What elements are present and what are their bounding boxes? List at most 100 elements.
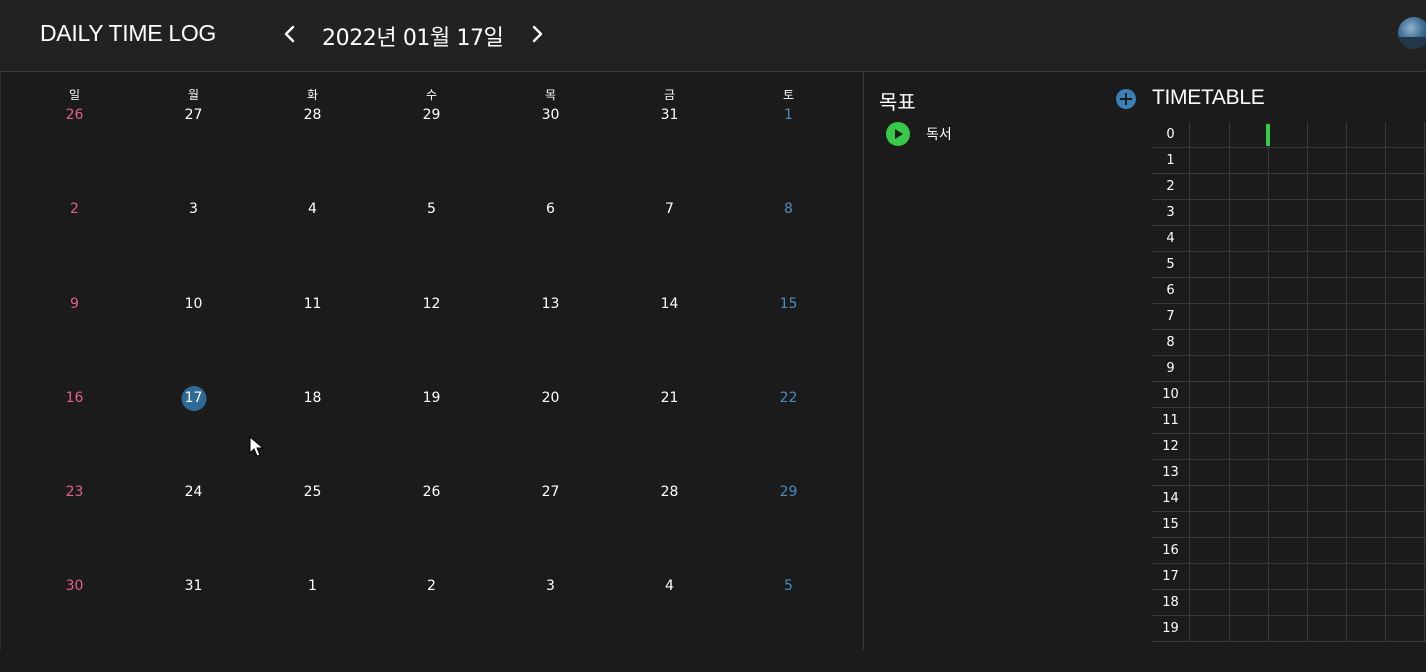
timetable-slot[interactable] xyxy=(1230,460,1269,486)
timetable-slot[interactable] xyxy=(1191,382,1230,408)
timetable-slot[interactable] xyxy=(1386,538,1425,564)
calendar-day-cell[interactable]: 30 xyxy=(15,577,134,671)
play-icon[interactable] xyxy=(886,122,910,146)
timetable-slot[interactable] xyxy=(1230,512,1269,538)
timetable-slot[interactable] xyxy=(1386,616,1425,642)
calendar-day-cell[interactable]: 31 xyxy=(610,106,729,200)
timetable-slot[interactable] xyxy=(1269,148,1308,174)
calendar-day-cell[interactable]: 28 xyxy=(610,483,729,577)
timetable-slot[interactable] xyxy=(1308,382,1347,408)
timetable-slot[interactable] xyxy=(1347,278,1386,304)
timetable-slot[interactable] xyxy=(1230,148,1269,174)
timetable-slot[interactable] xyxy=(1269,278,1308,304)
timetable-slot[interactable] xyxy=(1191,434,1230,460)
timetable-slot[interactable] xyxy=(1230,538,1269,564)
timetable-slot[interactable] xyxy=(1269,226,1308,252)
timetable-slot[interactable] xyxy=(1347,460,1386,486)
timetable-slot[interactable] xyxy=(1230,486,1269,512)
previous-day-button[interactable] xyxy=(279,22,301,46)
timetable-slot[interactable] xyxy=(1269,564,1308,590)
timetable-slot[interactable] xyxy=(1347,174,1386,200)
timetable-slot[interactable] xyxy=(1230,278,1269,304)
calendar-day-cell[interactable]: 17 xyxy=(134,385,253,483)
timetable-slot[interactable] xyxy=(1230,330,1269,356)
calendar-day-cell[interactable]: 27 xyxy=(134,106,253,200)
timetable-slot[interactable] xyxy=(1230,408,1269,434)
user-avatar[interactable] xyxy=(1398,17,1426,49)
timetable-slot[interactable] xyxy=(1191,148,1230,174)
calendar-day-cell[interactable]: 3 xyxy=(491,577,610,671)
calendar-day-cell[interactable]: 4 xyxy=(610,577,729,671)
calendar-day-cell[interactable]: 8 xyxy=(729,200,848,294)
timetable-slot[interactable] xyxy=(1191,486,1230,512)
calendar-day-cell[interactable]: 20 xyxy=(491,389,610,483)
timetable-slot[interactable] xyxy=(1308,408,1347,434)
timetable-slot[interactable] xyxy=(1191,304,1230,330)
calendar-day-cell[interactable]: 5 xyxy=(729,577,848,671)
timetable-slot[interactable] xyxy=(1308,512,1347,538)
timetable-slot[interactable] xyxy=(1308,356,1347,382)
timetable-slot[interactable] xyxy=(1269,486,1308,512)
timetable-slot[interactable] xyxy=(1191,330,1230,356)
calendar-day-cell[interactable]: 21 xyxy=(610,389,729,483)
timetable-slot[interactable] xyxy=(1386,252,1425,278)
add-goal-button[interactable] xyxy=(1116,89,1136,109)
timetable-slot[interactable] xyxy=(1230,226,1269,252)
timetable-slot[interactable] xyxy=(1230,304,1269,330)
timetable-slot[interactable] xyxy=(1347,408,1386,434)
calendar-day-cell[interactable]: 31 xyxy=(134,577,253,671)
timetable-slot[interactable] xyxy=(1308,278,1347,304)
calendar-day-cell[interactable]: 5 xyxy=(372,200,491,294)
calendar-day-cell[interactable]: 3 xyxy=(134,200,253,294)
timetable-slot[interactable] xyxy=(1347,148,1386,174)
timetable-slot[interactable] xyxy=(1308,616,1347,642)
timetable-slot[interactable] xyxy=(1269,460,1308,486)
timetable-slot[interactable] xyxy=(1308,252,1347,278)
timetable-slot[interactable] xyxy=(1386,512,1425,538)
timetable-slot[interactable] xyxy=(1269,616,1308,642)
calendar-day-cell[interactable]: 28 xyxy=(253,106,372,200)
timetable-slot[interactable] xyxy=(1230,434,1269,460)
timetable-slot[interactable] xyxy=(1269,382,1308,408)
calendar-day-cell[interactable]: 26 xyxy=(372,483,491,577)
timetable-slot[interactable] xyxy=(1386,590,1425,616)
timetable-slot[interactable] xyxy=(1386,564,1425,590)
timetable-slot[interactable] xyxy=(1386,148,1425,174)
timetable-slot[interactable] xyxy=(1230,356,1269,382)
calendar-day-cell[interactable]: 6 xyxy=(491,200,610,294)
timetable-slot[interactable] xyxy=(1230,174,1269,200)
calendar-day-cell[interactable]: 26 xyxy=(15,106,134,200)
timetable-slot[interactable] xyxy=(1347,304,1386,330)
timetable-slot[interactable] xyxy=(1386,486,1425,512)
timetable-slot[interactable] xyxy=(1308,174,1347,200)
calendar-day-cell[interactable]: 2 xyxy=(372,577,491,671)
calendar-day-cell[interactable]: 27 xyxy=(491,483,610,577)
timetable-slot[interactable] xyxy=(1230,564,1269,590)
timetable-slot[interactable] xyxy=(1191,122,1230,148)
timetable-slot[interactable] xyxy=(1347,564,1386,590)
timetable-slot[interactable] xyxy=(1386,278,1425,304)
timetable-slot[interactable] xyxy=(1308,330,1347,356)
calendar-day-cell[interactable]: 1 xyxy=(253,577,372,671)
timetable-slot[interactable] xyxy=(1386,226,1425,252)
timetable-slot[interactable] xyxy=(1230,252,1269,278)
timetable-slot[interactable] xyxy=(1308,486,1347,512)
timetable-slot[interactable] xyxy=(1308,590,1347,616)
next-day-button[interactable] xyxy=(526,22,548,46)
calendar-day-cell[interactable]: 15 xyxy=(729,295,848,389)
timetable-slot[interactable] xyxy=(1386,434,1425,460)
timetable-slot[interactable] xyxy=(1191,408,1230,434)
calendar-day-cell[interactable]: 2 xyxy=(15,200,134,294)
timetable-slot[interactable] xyxy=(1308,226,1347,252)
timetable-slot[interactable] xyxy=(1308,564,1347,590)
calendar-day-cell[interactable]: 13 xyxy=(491,295,610,389)
timetable-slot[interactable] xyxy=(1386,382,1425,408)
calendar-day-cell[interactable]: 24 xyxy=(134,483,253,577)
calendar-day-cell[interactable]: 29 xyxy=(729,483,848,577)
calendar-day-cell[interactable]: 4 xyxy=(253,200,372,294)
timetable-slot[interactable] xyxy=(1347,382,1386,408)
timetable-slot[interactable] xyxy=(1191,512,1230,538)
timetable-slot[interactable] xyxy=(1230,616,1269,642)
timetable-slot[interactable] xyxy=(1230,122,1269,148)
timetable-slot[interactable] xyxy=(1347,330,1386,356)
